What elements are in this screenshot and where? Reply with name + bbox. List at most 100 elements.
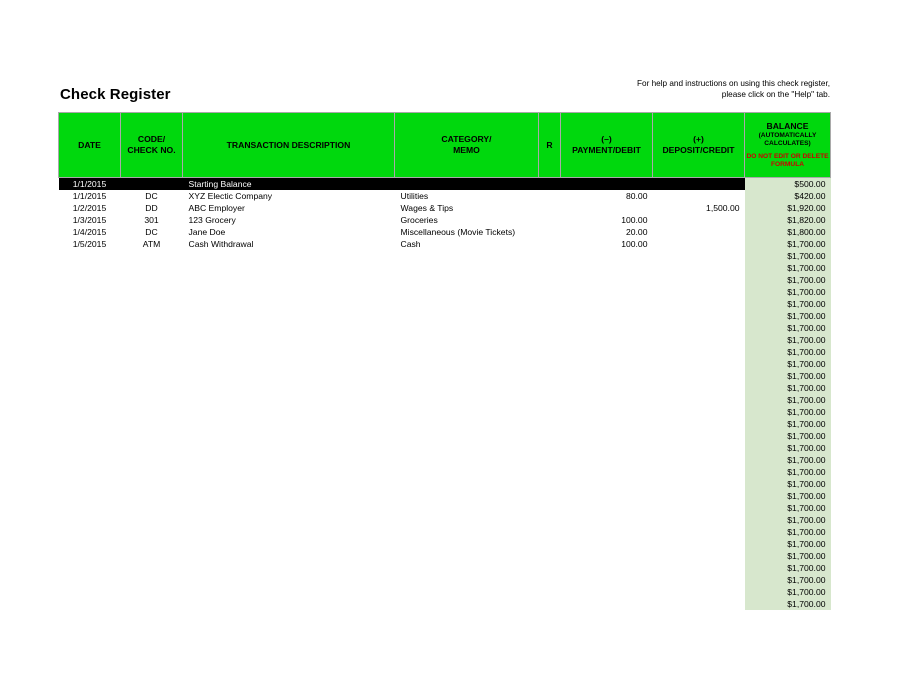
cell-reconciled[interactable] (539, 226, 561, 238)
cell-payment-debit[interactable] (561, 514, 653, 526)
cell-reconciled[interactable] (539, 286, 561, 298)
cell-reconciled[interactable] (539, 382, 561, 394)
cell-deposit-credit[interactable] (653, 454, 745, 466)
cell-date[interactable] (59, 358, 121, 370)
cell-reconciled[interactable] (539, 490, 561, 502)
table-row[interactable]: $1,700.00 (59, 502, 831, 514)
cell-code[interactable]: DC (121, 190, 183, 202)
cell-balance[interactable]: $1,700.00 (744, 274, 831, 286)
table-row[interactable]: $1,700.00 (59, 550, 831, 562)
cell-code[interactable] (121, 406, 183, 418)
cell-deposit-credit[interactable] (653, 490, 745, 502)
cell-reconciled[interactable] (539, 310, 561, 322)
cell-description[interactable] (183, 310, 395, 322)
cell-description[interactable]: Starting Balance (182, 177, 395, 190)
cell-balance[interactable]: $1,700.00 (744, 430, 831, 442)
table-row[interactable]: $1,700.00 (59, 322, 831, 334)
cell-balance[interactable]: $1,700.00 (744, 562, 831, 574)
cell-balance[interactable]: $1,700.00 (744, 574, 831, 586)
cell-category[interactable] (395, 538, 539, 550)
cell-payment-debit[interactable] (561, 370, 653, 382)
cell-payment-debit[interactable] (561, 322, 653, 334)
cell-payment-debit[interactable] (561, 526, 653, 538)
table-row[interactable]: $1,700.00 (59, 418, 831, 430)
cell-date[interactable]: 1/3/2015 (59, 214, 121, 226)
table-row[interactable]: $1,700.00 (59, 334, 831, 346)
cell-date[interactable] (59, 262, 121, 274)
cell-deposit-credit[interactable] (653, 550, 745, 562)
cell-date[interactable] (59, 454, 121, 466)
cell-code[interactable] (121, 334, 183, 346)
cell-category[interactable] (395, 286, 539, 298)
cell-code[interactable] (121, 382, 183, 394)
cell-category[interactable]: Miscellaneous (Movie Tickets) (395, 226, 539, 238)
cell-description[interactable] (183, 382, 395, 394)
table-row[interactable]: $1,700.00 (59, 370, 831, 382)
cell-balance[interactable]: $1,700.00 (744, 526, 831, 538)
cell-category[interactable] (395, 430, 539, 442)
cell-balance[interactable]: $1,700.00 (744, 490, 831, 502)
cell-description[interactable] (183, 334, 395, 346)
cell-reconciled[interactable] (539, 466, 561, 478)
cell-deposit-credit[interactable] (653, 466, 745, 478)
cell-reconciled[interactable] (539, 418, 561, 430)
cell-code[interactable]: 301 (121, 214, 183, 226)
cell-code[interactable] (121, 490, 183, 502)
cell-code[interactable] (121, 358, 183, 370)
cell-date[interactable] (59, 550, 121, 562)
cell-description[interactable] (183, 526, 395, 538)
cell-balance[interactable]: $1,920.00 (744, 202, 831, 214)
cell-category[interactable] (395, 358, 539, 370)
cell-date[interactable] (59, 430, 121, 442)
cell-category[interactable] (395, 598, 539, 610)
cell-code[interactable] (121, 322, 183, 334)
cell-reconciled[interactable] (539, 238, 561, 250)
cell-category[interactable] (395, 478, 539, 490)
cell-payment-debit[interactable] (561, 286, 653, 298)
cell-payment-debit[interactable] (561, 418, 653, 430)
cell-category[interactable] (395, 382, 539, 394)
table-row[interactable]: $1,700.00 (59, 382, 831, 394)
cell-balance[interactable]: $1,700.00 (744, 334, 831, 346)
cell-payment-debit[interactable] (561, 478, 653, 490)
cell-description[interactable] (183, 298, 395, 310)
table-row[interactable]: 1/4/2015 DC Jane Doe Miscellaneous (Movie T… (59, 226, 831, 238)
cell-reconciled[interactable] (539, 370, 561, 382)
cell-payment-debit[interactable] (561, 490, 653, 502)
cell-code[interactable] (121, 538, 183, 550)
cell-description[interactable] (183, 466, 395, 478)
cell-code[interactable] (121, 454, 183, 466)
table-row[interactable]: $1,700.00 (59, 406, 831, 418)
cell-reconciled[interactable] (539, 322, 561, 334)
cell-code[interactable]: DC (121, 226, 183, 238)
table-row[interactable]: 1/1/2015 Starting Balance $500.00 (58, 177, 831, 190)
cell-category[interactable] (395, 514, 539, 526)
cell-deposit-credit[interactable] (653, 406, 745, 418)
cell-payment-debit[interactable] (561, 430, 653, 442)
cell-payment-debit[interactable] (561, 454, 653, 466)
cell-deposit-credit[interactable] (653, 502, 745, 514)
cell-reconciled[interactable] (539, 334, 561, 346)
cell-description[interactable] (183, 490, 395, 502)
cell-balance[interactable]: $1,700.00 (744, 418, 831, 430)
cell-payment-debit[interactable]: 80.00 (561, 190, 653, 202)
cell-category[interactable] (395, 574, 539, 586)
cell-category[interactable]: Wages & Tips (395, 202, 539, 214)
table-row[interactable]: $1,700.00 (59, 454, 831, 466)
cell-reconciled[interactable] (539, 394, 561, 406)
cell-category[interactable] (395, 550, 539, 562)
table-row[interactable]: $1,700.00 (59, 358, 831, 370)
cell-deposit-credit[interactable] (653, 430, 745, 442)
cell-reconciled[interactable] (539, 346, 561, 358)
cell-category[interactable] (395, 442, 539, 454)
cell-date[interactable] (59, 406, 121, 418)
cell-reconciled[interactable] (539, 586, 561, 598)
cell-reconciled[interactable] (539, 430, 561, 442)
cell-code[interactable] (121, 346, 183, 358)
cell-payment-debit[interactable] (561, 394, 653, 406)
cell-deposit-credit[interactable] (653, 346, 745, 358)
table-row[interactable]: $1,700.00 (59, 478, 831, 490)
cell-code[interactable] (121, 442, 183, 454)
cell-balance[interactable]: $1,700.00 (744, 238, 831, 250)
table-row[interactable]: $1,700.00 (59, 586, 831, 598)
